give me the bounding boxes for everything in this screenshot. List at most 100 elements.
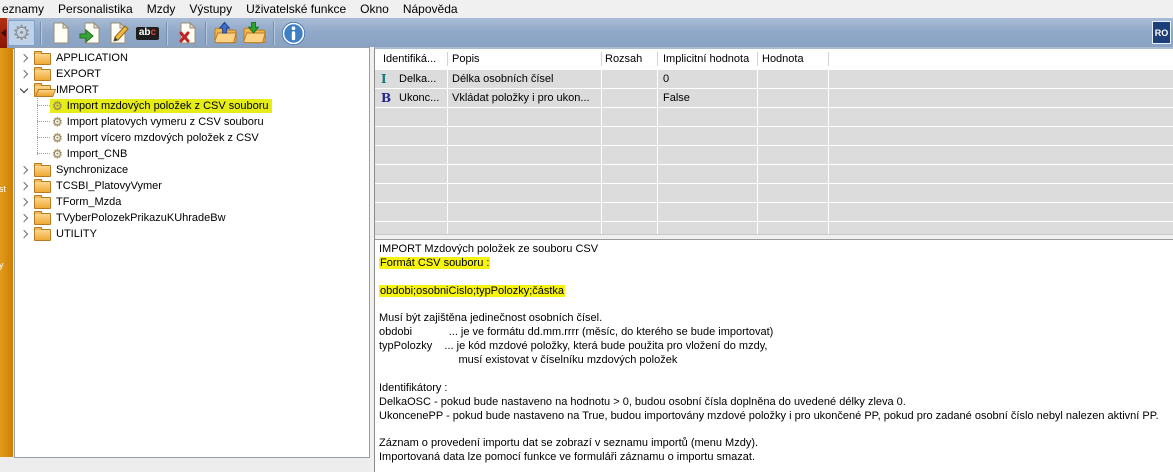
tree-connector-dots xyxy=(37,153,50,155)
column-header-0[interactable]: Identifiká... xyxy=(383,49,436,70)
tree-item-0[interactable]: APPLICATION xyxy=(15,50,369,66)
description-line-7: typPolozky ... je kód mzdové položky, kt… xyxy=(379,340,1171,354)
description-line-12: UkoncenePP - pokud bude nastaveno na Tru… xyxy=(379,410,1171,424)
application-window: eznamyPersonalistikaMzdyVýstupyUživatels… xyxy=(0,0,1173,472)
tree-item-10[interactable]: TVyberPolozekPrikazuKUhradeBw xyxy=(15,210,369,226)
function-gear-icon: ⚙ xyxy=(52,100,63,112)
folder-export-button[interactable] xyxy=(212,20,239,46)
folder-arrow-up-icon xyxy=(213,21,238,45)
import-document-button[interactable] xyxy=(76,20,103,46)
toolbar: ⚙ abc RO xyxy=(0,18,1173,49)
settings-button[interactable]: ⚙ xyxy=(8,20,35,46)
type-boolean-icon: B xyxy=(381,89,391,107)
tree-item-3[interactable]: ⚙Import mzdových položek z CSV souboru xyxy=(15,98,369,114)
description-line-14: Záznam o provedení importu dat se zobraz… xyxy=(379,437,1171,451)
menu-item-4[interactable]: Uživatelské funkce xyxy=(239,0,353,18)
column-header-3[interactable]: Implicitní hodnota xyxy=(663,49,749,70)
abc-rename-icon: abc xyxy=(136,27,159,40)
tree-item-5[interactable]: ⚙Import vícero mzdových položek z CSV xyxy=(15,130,369,146)
tree-connector-dots xyxy=(37,121,50,123)
chevron-right-icon[interactable] xyxy=(19,198,27,206)
tree-item-9[interactable]: TForm_Mzda xyxy=(15,194,369,210)
tree-item-7[interactable]: Synchronizace xyxy=(15,162,369,178)
tree-connector-dots xyxy=(37,105,50,107)
chevron-right-icon[interactable] xyxy=(19,214,27,222)
menu-item-5[interactable]: Okno xyxy=(353,0,396,18)
column-separator xyxy=(757,52,758,66)
folder-icon xyxy=(34,213,51,225)
docked-panel-tab[interactable]: st y xyxy=(0,48,13,460)
description-line-4 xyxy=(379,299,1171,313)
folder-arrow-down-icon xyxy=(242,21,267,45)
chevron-right-icon[interactable] xyxy=(19,54,27,62)
new-document-button[interactable] xyxy=(47,20,74,46)
description-line-5: Musí být zajištěna jedinečnost osobních … xyxy=(379,312,1171,326)
description-line-9 xyxy=(379,368,1171,382)
tree-item-11[interactable]: UTILITY xyxy=(15,226,369,242)
folder-icon xyxy=(34,69,51,81)
ron-logo: RO xyxy=(1152,21,1171,44)
cell-implicitni_hodnota: 0 xyxy=(663,70,669,88)
properties-table-header: Identifiká... Popis Rozsah Implicitní hodno… xyxy=(375,49,1173,70)
tree-item-label: APPLICATION xyxy=(56,52,128,64)
tree-item-8[interactable]: TCSBI_PlatovyVymer xyxy=(15,178,369,194)
description-line-2 xyxy=(379,271,1171,285)
folder-icon xyxy=(34,53,51,65)
tree-item-band: TVyberPolozekPrikazuKUhradeBw xyxy=(31,210,229,226)
info-button[interactable] xyxy=(280,20,307,46)
folder-import-button[interactable] xyxy=(241,20,268,46)
table-row-1[interactable]: BUkonc...Vkládat položky i pro ukon...Fa… xyxy=(375,89,1173,107)
chevron-right-icon[interactable] xyxy=(19,182,27,190)
tree-item-band: ⚙ Import platovych vymeru z CSV souboru xyxy=(50,115,267,129)
tree-item-label: Import_CNB xyxy=(67,148,128,160)
description-text: typPolozky ... je kód mzdové položky, kt… xyxy=(379,340,767,352)
function-gear-icon: ⚙ xyxy=(52,148,63,160)
description-text: Identifikátory : xyxy=(379,382,447,394)
table-row-0[interactable]: IDelka...Délka osobních čísel0 xyxy=(375,70,1173,88)
delete-document-button[interactable] xyxy=(173,20,200,46)
edit-document-button[interactable] xyxy=(105,20,132,46)
tree-item-1[interactable]: EXPORT xyxy=(15,66,369,82)
status-strip xyxy=(0,457,372,472)
menu-item-2[interactable]: Mzdy xyxy=(140,0,183,18)
description-line-10: Identifikátory : xyxy=(379,382,1171,396)
cell-identifier: Delka... xyxy=(399,70,436,88)
tree-item-4[interactable]: ⚙ Import platovych vymeru z CSV souboru xyxy=(15,114,369,130)
tree-item-6[interactable]: ⚙ Import_CNB xyxy=(15,146,369,162)
document-green-arrow-icon xyxy=(78,21,102,45)
chevron-right-icon[interactable] xyxy=(19,166,27,174)
rename-button[interactable]: abc xyxy=(134,20,161,46)
description-text: musí existovat v číselníku mzdových polo… xyxy=(379,354,677,366)
menu-item-6[interactable]: Nápověda xyxy=(396,0,465,18)
menu-item-0[interactable]: eznamy xyxy=(0,0,51,18)
column-separator xyxy=(657,52,658,66)
function-gear-icon: ⚙ xyxy=(52,116,63,128)
description-line-3: obdobi;osobniCislo;typPolozky;částka xyxy=(379,285,1171,299)
column-header-2[interactable]: Rozsah xyxy=(605,49,642,70)
dock-handle[interactable] xyxy=(0,18,7,48)
cell-popis: Vkládat položky i pro ukon... xyxy=(452,89,590,107)
menu-item-3[interactable]: Výstupy xyxy=(182,0,239,18)
properties-table-body: IDelka...Délka osobních čísel0BUkonc...V… xyxy=(375,70,1173,234)
chevron-down-icon[interactable] xyxy=(19,85,27,93)
tree-item-band: ⚙ Import_CNB xyxy=(50,147,130,161)
collapse-left-icon xyxy=(1,29,6,37)
description-line-0: IMPORT Mzdových položek ze souboru CSV xyxy=(379,243,1171,257)
chevron-right-icon[interactable] xyxy=(19,70,27,78)
tree-item-band: TForm_Mzda xyxy=(31,194,124,210)
menu-item-1[interactable]: Personalistika xyxy=(51,0,140,18)
tree-item-band: ⚙Import vícero mzdových položek z CSV xyxy=(50,131,262,145)
tree-item-label: Import vícero mzdových položek z CSV xyxy=(67,132,259,144)
tree-item-label: TForm_Mzda xyxy=(56,196,121,208)
tree-item-2[interactable]: IMPORT xyxy=(15,82,369,98)
tree-item-band: ⚙Import mzdových položek z CSV souboru xyxy=(50,99,272,113)
tree-item-label: Import platovych vymeru z CSV souboru xyxy=(67,116,264,128)
column-separator xyxy=(828,52,829,66)
description-line-11: DelkaOSC - pokud bude nastaveno na hodno… xyxy=(379,396,1171,410)
column-separator xyxy=(601,52,602,66)
column-header-4[interactable]: Hodnota xyxy=(762,49,804,70)
chevron-right-icon[interactable] xyxy=(19,230,27,238)
toolbar-separator xyxy=(205,22,207,45)
cell-implicitni_hodnota: False xyxy=(663,89,690,107)
column-header-1[interactable]: Popis xyxy=(452,49,480,70)
